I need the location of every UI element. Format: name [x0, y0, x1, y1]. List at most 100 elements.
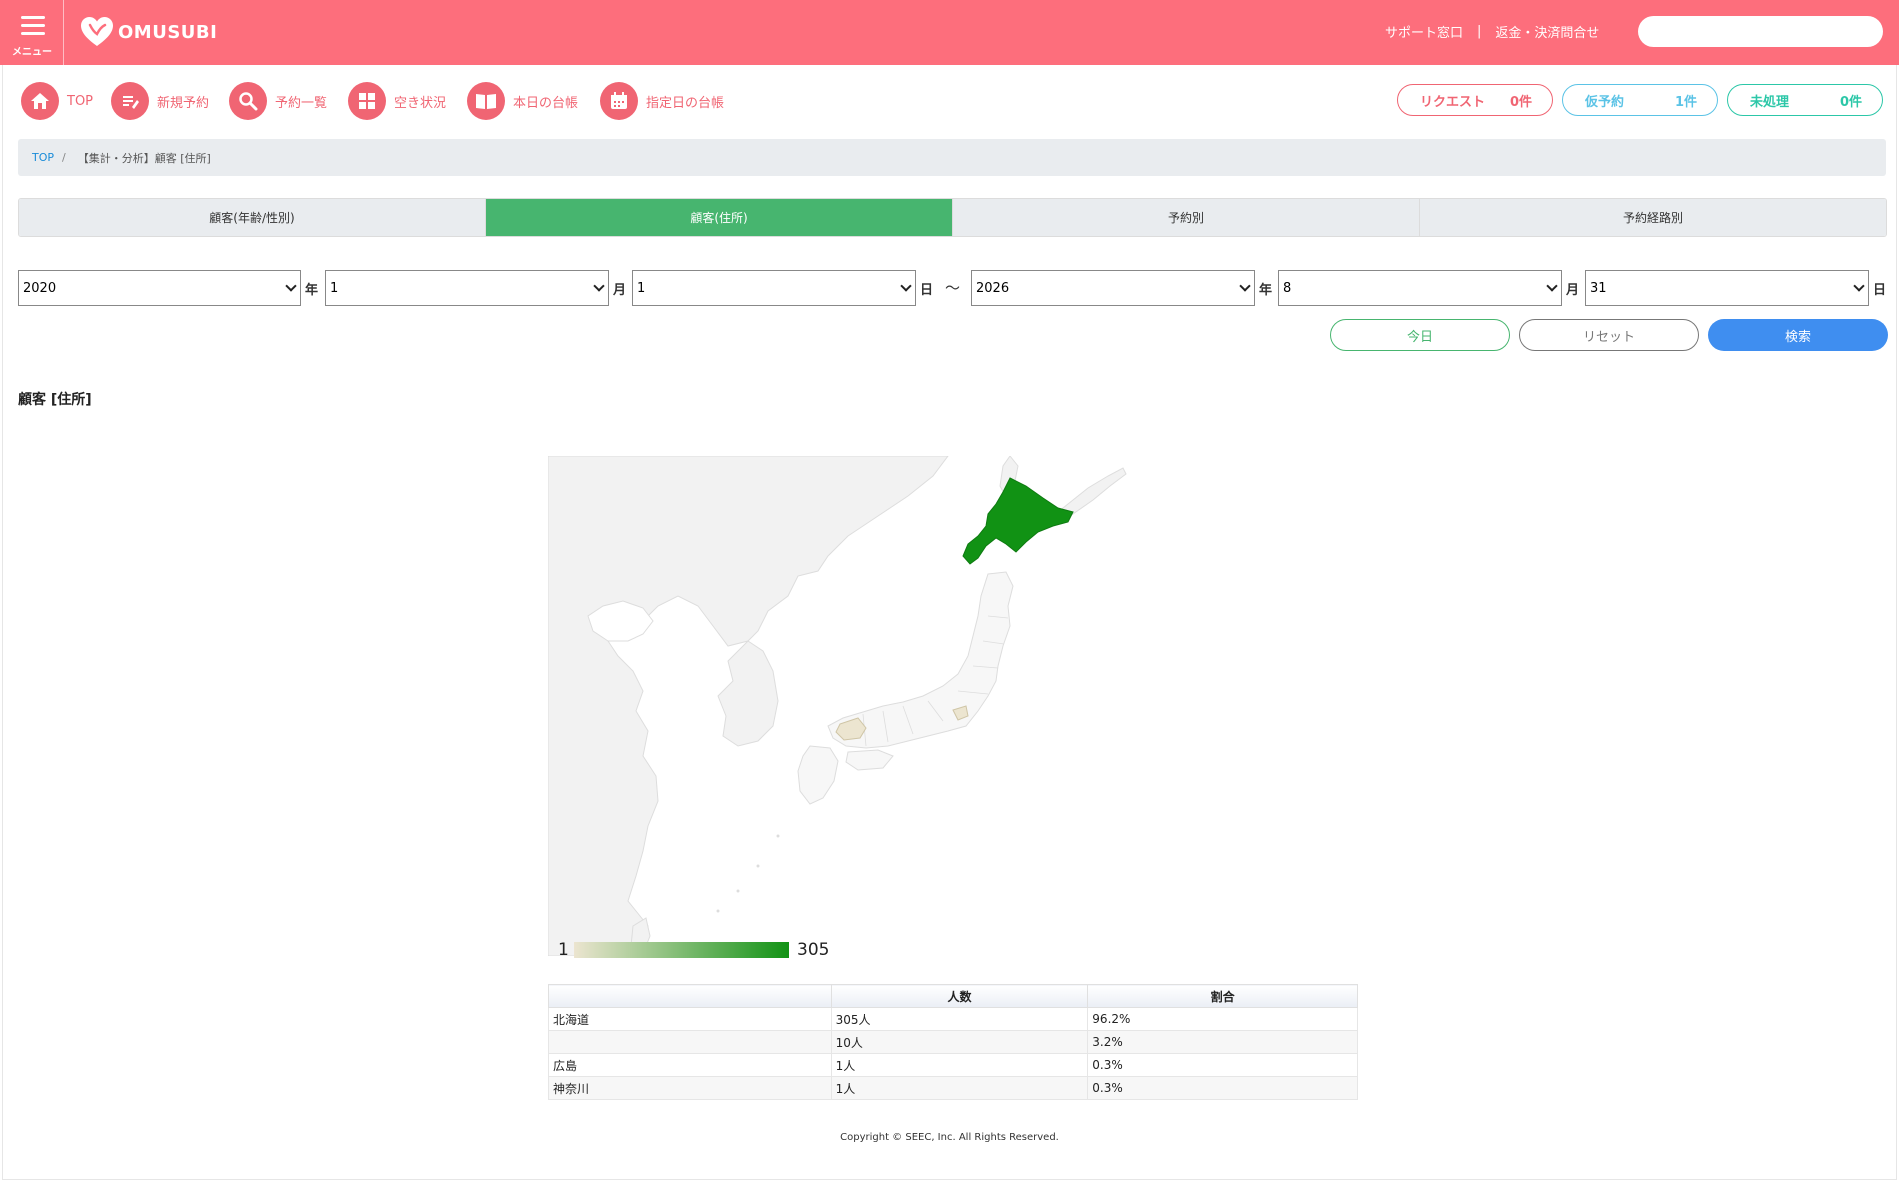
to-day-select[interactable]: 31	[1585, 270, 1869, 306]
from-month-value: 1	[330, 280, 339, 296]
legend-min-label: 1	[558, 940, 569, 960]
table-header-ratio: 割合	[1087, 984, 1358, 1008]
top-header: メニュー OMUSUBI サポート窓口 | 返金・決済問合せ	[0, 0, 1899, 65]
logo-text: OMUSUBI	[118, 21, 218, 43]
to-day-unit: 日	[1873, 283, 1887, 298]
unprocessed-badge-count: 0件	[1839, 94, 1862, 110]
refund-inquiry-link[interactable]: 返金・決済問合せ	[1495, 22, 1599, 41]
omusubi-logo[interactable]: OMUSUBI	[80, 15, 217, 49]
table-header-region	[548, 984, 832, 1008]
today-button[interactable]: 今日	[1330, 319, 1510, 351]
from-year-unit: 年	[305, 283, 319, 298]
table-cell-count: 1人	[830, 1053, 1089, 1077]
nav-label: 指定日の台帳	[646, 95, 725, 111]
table-row: 広島 1人 0.3%	[548, 1053, 1358, 1077]
table-cell-region: 神奈川	[548, 1076, 832, 1100]
to-month-select[interactable]: 8	[1278, 270, 1562, 306]
menu-label: メニュー	[12, 47, 52, 58]
menu-icon	[21, 16, 45, 19]
edit-icon	[111, 82, 149, 120]
table-row: 北海道 305人 96.2%	[548, 1007, 1358, 1031]
map-color-legend: 1 305	[558, 940, 829, 960]
to-year-unit: 年	[1259, 283, 1273, 298]
tentative-badge-count: 1件	[1674, 94, 1697, 110]
nav-label: 本日の台帳	[513, 95, 579, 111]
address-stats-table: 人数 割合 北海道 305人 96.2% 10人 3.2% 広島 1人 0.3%…	[548, 984, 1358, 1100]
request-badge-count: 0件	[1509, 94, 1532, 110]
legend-max-label: 305	[797, 940, 830, 960]
tentative-badge-label: 仮予約	[1585, 94, 1625, 110]
grid-icon	[348, 82, 386, 120]
nav-label: TOP	[67, 93, 94, 109]
table-cell-count: 1人	[830, 1076, 1089, 1100]
breadcrumb: TOP / 【集計・分析】顧客 [住所]	[18, 139, 1886, 176]
reset-button[interactable]: リセット	[1519, 319, 1699, 351]
tentative-badge[interactable]: 仮予約 1件	[1562, 84, 1718, 116]
nav-label: 新規予約	[157, 95, 210, 111]
chevron-down-icon	[1853, 280, 1865, 292]
link-separator: |	[1477, 24, 1482, 39]
chevron-down-icon	[900, 280, 912, 292]
nav-label: 空き状況	[394, 95, 447, 111]
section-title: 顧客 [住所]	[18, 392, 92, 408]
from-year-select[interactable]: 2020	[18, 270, 301, 306]
support-link[interactable]: サポート窓口	[1385, 22, 1463, 41]
nav-date-ledger[interactable]: 指定日の台帳	[600, 82, 724, 120]
home-icon	[21, 82, 59, 120]
table-cell-ratio: 0.3%	[1087, 1053, 1358, 1077]
nav-availability[interactable]: 空き状況	[348, 82, 446, 120]
table-cell-region: 北海道	[548, 1007, 832, 1031]
breadcrumb-home-link[interactable]: TOP	[32, 151, 54, 164]
request-badge[interactable]: リクエスト 0件	[1397, 84, 1553, 116]
table-row: 10人 3.2%	[548, 1030, 1358, 1054]
unprocessed-badge-label: 未処理	[1750, 94, 1790, 110]
table-cell-region: 広島	[548, 1053, 832, 1077]
from-day-value: 1	[637, 280, 646, 296]
range-tilde: 〜	[945, 279, 961, 297]
chevron-down-icon	[593, 280, 605, 292]
menu-icon-bar	[21, 32, 45, 35]
table-cell-region	[548, 1030, 832, 1054]
chevron-down-icon	[285, 280, 297, 292]
unprocessed-badge[interactable]: 未処理 0件	[1727, 84, 1883, 116]
chevron-down-icon	[1239, 280, 1251, 292]
tab-customer-address[interactable]: 顧客(住所)	[486, 199, 953, 236]
table-cell-ratio: 0.3%	[1087, 1076, 1358, 1100]
menu-button[interactable]: メニュー	[0, 0, 64, 65]
book-icon	[467, 82, 505, 120]
from-day-select[interactable]: 1	[632, 270, 916, 306]
from-month-select[interactable]: 1	[325, 270, 609, 306]
to-year-value: 2026	[976, 280, 1010, 296]
table-row: 神奈川 1人 0.3%	[548, 1076, 1358, 1100]
search-button[interactable]: 検索	[1708, 319, 1888, 351]
tab-customer-age-gender[interactable]: 顧客(年齢/性別)	[19, 199, 486, 236]
request-badge-label: リクエスト	[1420, 94, 1486, 110]
heart-logo-icon	[81, 17, 113, 46]
nav-reservation-list[interactable]: 予約一覧	[229, 82, 327, 120]
from-day-unit: 日	[920, 283, 934, 298]
tab-by-channel[interactable]: 予約経路別	[1420, 199, 1886, 236]
analysis-tabs: 顧客(年齢/性別) 顧客(住所) 予約別 予約経路別	[18, 198, 1887, 237]
tab-by-reservation[interactable]: 予約別	[953, 199, 1420, 236]
header-search-input[interactable]	[1638, 16, 1883, 47]
legend-gradient-bar	[574, 942, 789, 958]
table-cell-count: 10人	[830, 1030, 1089, 1054]
to-month-value: 8	[1283, 280, 1292, 296]
menu-icon-bar	[21, 24, 45, 27]
calendar-icon	[600, 82, 638, 120]
header-links: サポート窓口 | 返金・決済問合せ	[1385, 22, 1599, 41]
chevron-down-icon	[1546, 280, 1558, 292]
to-year-select[interactable]: 2026	[971, 270, 1255, 306]
nav-top[interactable]: TOP	[21, 82, 93, 120]
japan-geo-map[interactable]	[548, 456, 1168, 956]
to-month-unit: 月	[1566, 283, 1580, 298]
table-header-count: 人数	[830, 984, 1089, 1008]
from-month-unit: 月	[613, 283, 627, 298]
breadcrumb-current: 【集計・分析】顧客 [住所]	[77, 151, 211, 165]
nav-new-reservation[interactable]: 新規予約	[111, 82, 209, 120]
table-cell-ratio: 96.2%	[1087, 1007, 1358, 1031]
nav-today-ledger[interactable]: 本日の台帳	[467, 82, 578, 120]
from-year-value: 2020	[23, 280, 57, 296]
to-day-value: 31	[1590, 280, 1607, 296]
footer-copyright: Copyright © SEEC, Inc. All Rights Reserv…	[840, 1132, 1059, 1143]
